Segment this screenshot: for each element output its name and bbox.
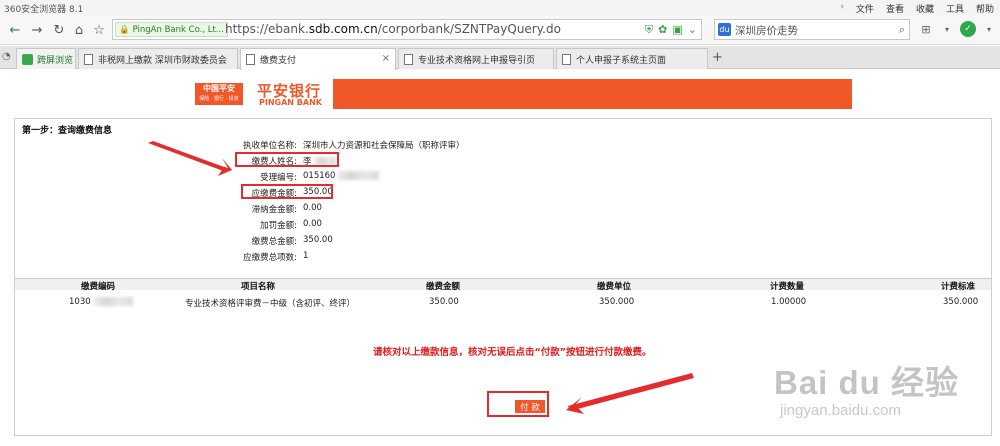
highlight-pay-button: 付 款 — [487, 391, 549, 417]
col-fee-code: 缴费编码 — [81, 282, 116, 292]
home-icon[interactable]: ⌂ — [70, 21, 88, 39]
highlight-payer-name — [235, 152, 339, 167]
cell-standard: 350.000 — [943, 297, 979, 307]
baidu-url: jingyan.baidu.com — [780, 402, 901, 419]
lock-icon: 🔒 — [119, 24, 130, 35]
table-row: 1030 专业技术资格评审费－中级（含初评、终评） 350.00 350.000… — [15, 294, 991, 309]
star-icon[interactable]: ☆ — [90, 21, 108, 39]
new-tab-plus-icon[interactable]: + — [712, 50, 723, 65]
grid-icon[interactable]: ⊞ — [918, 21, 934, 37]
chevron-down-icon[interactable]: ▾ — [981, 21, 997, 37]
field-acceptance-number: 受理编号: 015160 — [15, 171, 380, 184]
baidu-brand: Bai du 经验 — [774, 364, 960, 401]
cell-item-name: 专业技术资格评审费－中级（含初评、终评） — [185, 299, 356, 309]
tab-bar: ◔ 跨屏浏览 非税网上缴款 深圳市财政委员会 缴费支付 × 专业技术资格网上申报… — [0, 46, 1000, 70]
tab-personal-application[interactable]: 个人申报子系统主页面 — [556, 48, 708, 69]
col-fee-unit: 缴费单位 — [597, 282, 632, 292]
search-icon[interactable]: ⌕ — [899, 23, 905, 37]
col-item-name: 项目名称 — [241, 282, 276, 292]
pingan-logo-box: 中国平安 保险 · 银行 · 投资 — [195, 83, 243, 105]
document-icon — [246, 54, 255, 65]
redacted-blur — [337, 171, 380, 180]
cell-fee-unit: 350.000 — [599, 297, 635, 307]
menu-help[interactable]: 帮助 — [976, 2, 994, 15]
field-collecting-unit: 执收单位名称: 深圳市人力资源和社会保障局（职称评审） — [243, 141, 465, 151]
menu-file[interactable]: 文件 — [856, 2, 874, 15]
bank-name-en: PINGAN BANK — [259, 98, 322, 107]
close-icon[interactable]: × — [382, 53, 390, 64]
chevron-right-icon[interactable]: › — [840, 2, 844, 15]
menu-bar: › 文件 查看 收藏 工具 帮助 — [840, 2, 994, 15]
redacted-blur — [92, 297, 133, 306]
tab-professional-qualification[interactable]: 专业技术资格网上申报导引页 — [398, 48, 554, 69]
url-text[interactable]: https://ebank.sdb.com.cn/corporbank/SZNT… — [225, 22, 561, 36]
screen-icon — [22, 53, 33, 65]
menu-tools[interactable]: 工具 — [946, 2, 964, 15]
document-icon — [84, 53, 93, 65]
shield-icon[interactable]: ⛨ — [645, 23, 653, 37]
step-title: 第一步：查询缴费信息 — [22, 126, 113, 136]
paw-icon: du — [718, 23, 731, 36]
field-item-count: 应缴费总项数: 1 — [243, 251, 309, 263]
gear-icon[interactable]: ✿ — [658, 23, 667, 37]
navigation-bar: ← → ↻ ⌂ ☆ 🔒 PingAn Bank Co., Lt... https… — [0, 15, 1000, 45]
tab-payment[interactable]: 缴费支付 × — [240, 48, 396, 70]
site-identity-badge[interactable]: 🔒 PingAn Bank Co., Lt... — [115, 22, 228, 37]
title-bar: 360安全浏览器 8.1 › 文件 查看 收藏 工具 帮助 — [0, 0, 1000, 15]
history-icon[interactable]: ◔ — [2, 51, 11, 62]
tab-split-browsing[interactable]: 跨屏浏览 — [16, 48, 76, 69]
col-fee-amount: 缴费金额 — [426, 282, 461, 292]
chevron-down-icon[interactable]: ⌄ — [688, 23, 697, 37]
menu-favorites[interactable]: 收藏 — [916, 2, 934, 15]
address-bar[interactable]: 🔒 PingAn Bank Co., Lt... https://ebank.s… — [112, 19, 702, 40]
cell-fee-code: 1030 — [69, 297, 133, 307]
col-standard: 计费标准 — [941, 282, 976, 292]
security-guard-icon[interactable]: ✓ — [960, 21, 976, 37]
cell-fee-amount: 350.00 — [429, 297, 459, 307]
search-box[interactable]: du 深圳房价走势 ⌕ — [714, 19, 910, 40]
chevron-down-icon[interactable]: ▾ — [939, 21, 955, 37]
baidu-watermark: Bai du 经验 jingyan.baidu.com — [770, 356, 990, 446]
pay-button[interactable]: 付 款 — [515, 400, 545, 413]
bank-logo: 中国平安 保险 · 银行 · 投资 平安银行 PINGAN BANK — [185, 79, 333, 109]
forward-arrow-icon[interactable]: → — [28, 21, 46, 39]
refresh-icon[interactable]: ↻ — [50, 21, 68, 39]
verification-notice: 请核对以上缴款信息，核对无误后点击“付款”按钮进行付款缴费。 — [373, 347, 652, 358]
col-quantity: 计费数量 — [770, 282, 805, 292]
menu-view[interactable]: 查看 — [886, 2, 904, 15]
search-input[interactable]: 深圳房价走势 — [735, 23, 798, 38]
document-icon — [404, 53, 413, 65]
tab-nontax-payment[interactable]: 非税网上缴款 深圳市财政委员会 — [78, 48, 238, 69]
cell-quantity: 1.00000 — [771, 297, 807, 307]
fee-table-header: 缴费编码 项目名称 缴费金额 缴费单位 计费数量 计费标准 — [15, 278, 991, 292]
highlight-amount-due — [241, 184, 333, 199]
field-total-amount: 缴费总金额: 350.00 — [251, 235, 333, 247]
back-arrow-icon[interactable]: ← — [6, 21, 24, 39]
browser-app-title: 360安全浏览器 8.1 — [4, 5, 84, 15]
field-late-fee: 滞纳金金额: 0.00 — [251, 203, 322, 215]
toolbar-extensions: ⊞ ▾ ✓ ▾ Ad — [918, 21, 1000, 37]
bookmark-icon[interactable]: ▣ — [672, 23, 682, 37]
bank-banner: 中国平安 保险 · 银行 · 投资 平安银行 PINGAN BANK — [185, 79, 852, 109]
field-penalty: 加罚金额: 0.00 — [260, 219, 322, 231]
document-icon — [562, 53, 571, 65]
